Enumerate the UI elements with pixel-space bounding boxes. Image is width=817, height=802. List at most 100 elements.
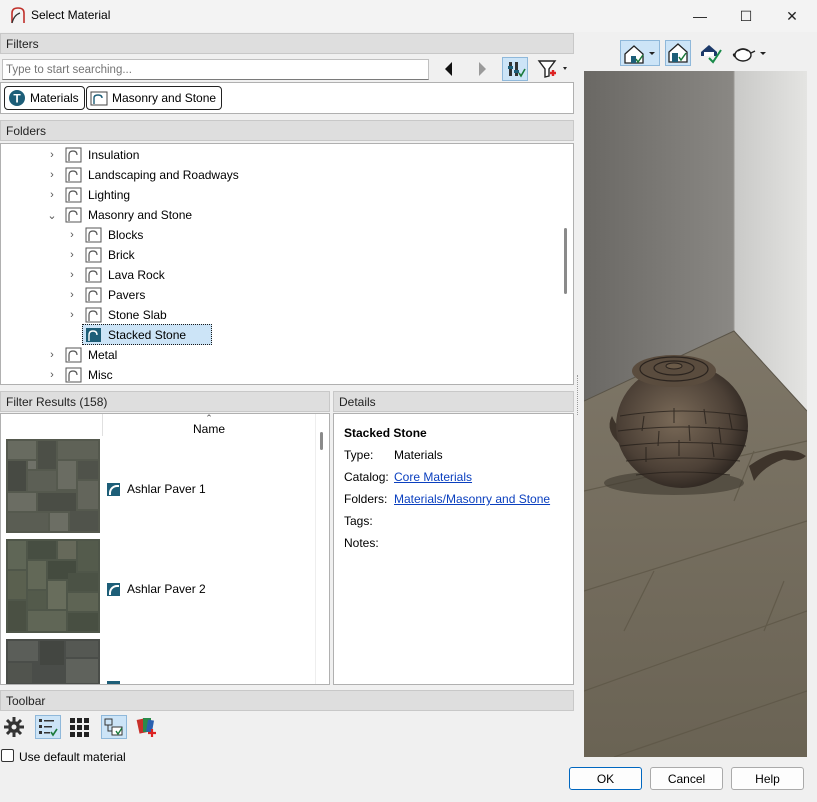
tree-item-label: Brick	[108, 248, 135, 262]
tree-item-pavers[interactable]: › Pavers	[65, 285, 145, 305]
preview-object-dropdown[interactable]	[732, 42, 768, 64]
material-icon	[107, 582, 120, 596]
tree-item-masonry-and-stone[interactable]: ⌄ Masonry and Stone	[45, 205, 192, 225]
chevron-down-icon[interactable]: ⌄	[45, 209, 59, 222]
teapot-icon	[732, 48, 766, 62]
grid-view-button[interactable]	[68, 716, 90, 738]
ok-button[interactable]: OK	[569, 767, 642, 790]
use-default-checkbox[interactable]	[1, 749, 14, 762]
filter-chip-bar: T Materials Masonry and Stone	[0, 82, 574, 114]
chevron-right-icon[interactable]: ›	[65, 269, 79, 281]
tree-item-lava-rock[interactable]: › Lava Rock	[65, 265, 165, 285]
svg-text:T: T	[13, 92, 21, 106]
folder-tree[interactable]: › Insulation › Landscaping and Roadways › L…	[0, 143, 574, 385]
tree-item-landscaping[interactable]: › Landscaping and Roadways	[45, 165, 239, 185]
tree-item-insulation[interactable]: › Insulation	[45, 145, 139, 165]
add-material-button[interactable]	[135, 716, 157, 738]
result-row-ashlar-paver-1[interactable]: Ashlar Paver 1	[107, 481, 206, 497]
result-row-ashlar-paver-2[interactable]: Ashlar Paver 2	[107, 581, 206, 597]
search-input[interactable]	[2, 59, 429, 80]
tree-item-label: Landscaping and Roadways	[88, 168, 239, 182]
minimize-button[interactable]: —	[677, 0, 723, 32]
chip-masonry-and-stone[interactable]: Masonry and Stone	[86, 86, 223, 110]
add-material-icon	[136, 718, 156, 737]
chevron-right-icon[interactable]: ›	[45, 369, 59, 381]
result-name: Ashlar Paver 1	[127, 482, 206, 496]
folders-header: Folders	[0, 120, 574, 141]
tree-item-label: Stone Slab	[108, 308, 167, 322]
list-view-icon	[39, 719, 58, 737]
tree-item-label: Blocks	[108, 228, 144, 242]
results-scrollbar[interactable]	[315, 414, 329, 684]
chevron-right-icon[interactable]: ›	[65, 289, 79, 301]
tree-item-metal[interactable]: › Metal	[45, 345, 117, 365]
results-list[interactable]: ⌃ Name Ashlar Paver 1 Ashlar Paver 2	[0, 413, 330, 685]
minimize-icon: —	[693, 8, 707, 24]
details-tags-label: Tags:	[344, 514, 373, 528]
material-thumbnail[interactable]	[6, 639, 100, 685]
details-catalog-link[interactable]: Core Materials	[394, 470, 472, 484]
chip-label: Materials	[30, 91, 79, 105]
results-header: Filter Results (158)	[0, 391, 330, 412]
material-thumbnail[interactable]	[6, 439, 100, 533]
chevron-right-icon[interactable]: ›	[45, 349, 59, 361]
folder-icon	[65, 187, 82, 203]
tree-item-brick[interactable]: › Brick	[65, 245, 135, 265]
tree-view-button[interactable]	[101, 715, 127, 739]
tree-item-stacked-stone[interactable]: Stacked Stone	[82, 324, 213, 345]
close-button[interactable]: ✕	[769, 0, 815, 32]
details-type-value: Materials	[394, 448, 443, 462]
material-thumbnail[interactable]	[6, 539, 100, 633]
material-preview[interactable]	[584, 71, 807, 757]
tree-item-label: Lighting	[88, 188, 131, 202]
material-icon	[107, 681, 120, 684]
folder-icon	[65, 207, 82, 223]
back-arrow-button[interactable]	[440, 60, 458, 78]
cancel-button[interactable]: Cancel	[650, 767, 723, 790]
results-scroll-thumb[interactable]	[320, 432, 323, 450]
folder-tree-scrollbar[interactable]	[564, 228, 567, 294]
folder-icon	[85, 227, 102, 243]
folder-icon	[85, 267, 102, 283]
folder-icon	[85, 247, 102, 263]
grid-view-icon	[70, 718, 89, 737]
chevron-right-icon[interactable]: ›	[65, 229, 79, 241]
filter-settings-button[interactable]	[502, 57, 528, 81]
material-icon	[107, 482, 120, 496]
chevron-right-icon[interactable]: ›	[45, 189, 59, 201]
chevron-right-icon[interactable]: ›	[65, 249, 79, 261]
camera-view-button[interactable]	[665, 40, 691, 66]
forward-arrow-button[interactable]	[473, 60, 491, 78]
render-check-icon	[701, 45, 722, 64]
add-filter-button[interactable]	[536, 57, 572, 81]
tree-item-label: Insulation	[88, 148, 140, 162]
folder-icon	[65, 367, 82, 383]
details-catalog-label: Catalog:	[344, 470, 389, 484]
list-view-button[interactable]	[35, 715, 61, 739]
chevron-right-icon[interactable]: ›	[45, 149, 59, 161]
tree-item-misc[interactable]: › Misc	[45, 365, 113, 384]
column-header-name[interactable]: ⌃ Name	[102, 414, 315, 436]
gear-icon	[4, 717, 24, 737]
filters-header: Filters	[0, 33, 574, 54]
filter-settings-icon	[508, 62, 526, 78]
chip-materials[interactable]: T Materials	[4, 86, 85, 110]
maximize-button[interactable]: ☐	[723, 0, 769, 32]
tree-item-stone-slab[interactable]: › Stone Slab	[65, 305, 167, 325]
panel-splitter[interactable]	[577, 375, 580, 415]
chip-label: Masonry and Stone	[112, 91, 217, 105]
chevron-right-icon[interactable]: ›	[45, 169, 59, 181]
view-mode-dropdown[interactable]	[620, 40, 660, 66]
chevron-right-icon[interactable]: ›	[65, 309, 79, 321]
tree-item-lighting[interactable]: › Lighting	[45, 185, 130, 205]
help-button[interactable]: Help	[731, 767, 804, 790]
folder-icon	[65, 147, 82, 163]
settings-button[interactable]	[3, 716, 25, 738]
column-header-label: Name	[192, 422, 225, 436]
tree-item-label: Metal	[88, 348, 118, 362]
details-folders-link[interactable]: Materials/Masonry and Stone	[394, 492, 550, 506]
folder-icon	[65, 167, 82, 183]
render-preview-button[interactable]	[699, 42, 723, 64]
result-name: Ashlar Paver 2	[127, 582, 206, 596]
tree-item-blocks[interactable]: › Blocks	[65, 225, 143, 245]
